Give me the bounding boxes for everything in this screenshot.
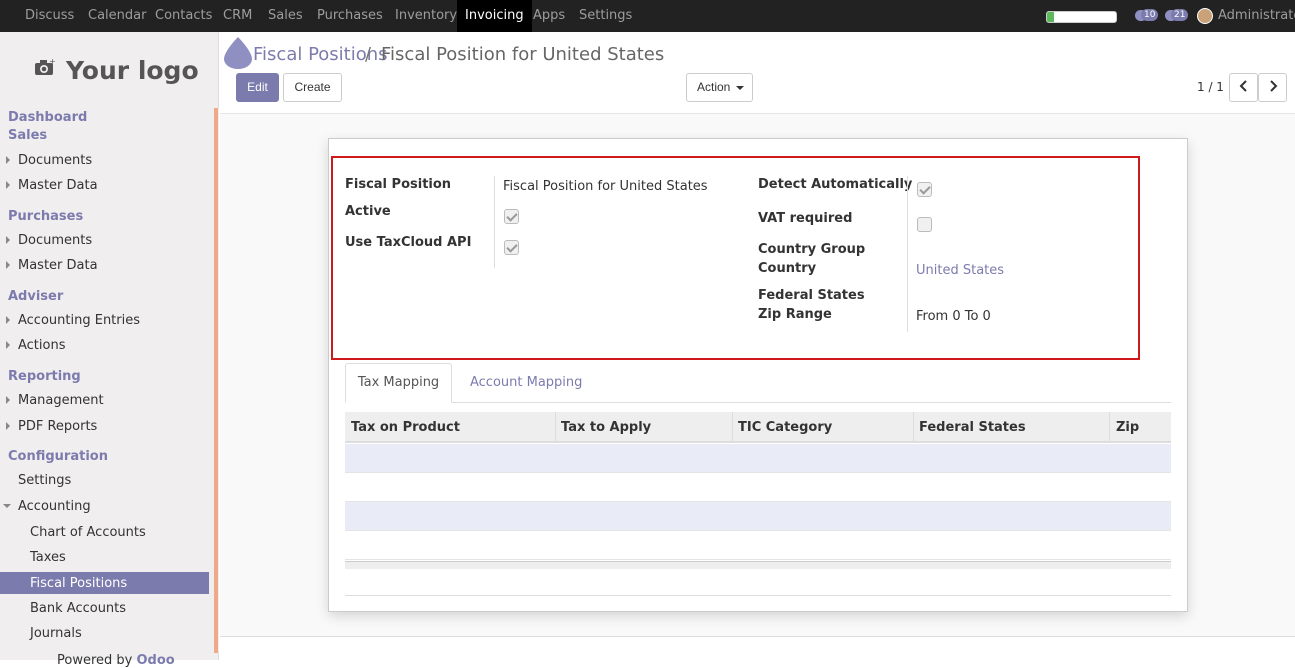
sidebar-item-actions[interactable]: Actions xyxy=(6,338,66,353)
tabs-divider xyxy=(345,402,1171,403)
sidebar-item-journals[interactable]: Journals xyxy=(30,626,82,641)
sidebar-scrollbar-thumb[interactable] xyxy=(214,108,218,653)
activity-badge: 10 xyxy=(1141,9,1159,21)
sidebar-item-management[interactable]: Management xyxy=(6,393,104,408)
sidebar-section-sales: Sales xyxy=(8,128,48,143)
sidebar-item-label: Accounting xyxy=(18,499,91,514)
sidebar-item-purchases-master-data[interactable]: Master Data xyxy=(6,258,98,273)
sidebar-item-label: Master Data xyxy=(18,258,98,273)
menu-crm[interactable]: CRM xyxy=(223,0,252,32)
sidebar-section-adviser: Adviser xyxy=(8,289,64,304)
chevron-left-icon xyxy=(1239,80,1247,92)
table-footer xyxy=(345,561,1171,569)
menu-invoicing[interactable]: Invoicing xyxy=(457,0,532,32)
sidebar-item-label: PDF Reports xyxy=(18,419,98,434)
caret-right-icon xyxy=(6,156,10,164)
column-zip[interactable]: Zip xyxy=(1116,420,1139,435)
action-label: Action xyxy=(697,80,731,94)
activity-button[interactable]: 10 xyxy=(1135,8,1159,24)
sidebar-item-bank-accounts[interactable]: Bank Accounts xyxy=(30,601,126,616)
sidebar-section-configuration: Configuration xyxy=(8,449,108,464)
column-separator xyxy=(732,412,733,443)
caret-right-icon xyxy=(6,396,10,404)
menu-calendar[interactable]: Calendar xyxy=(88,0,146,32)
company-logo[interactable]: Your logo xyxy=(66,56,199,85)
onboarding-progress-bar[interactable] xyxy=(1046,11,1117,23)
tab-tax-mapping[interactable]: Tax Mapping xyxy=(345,363,452,403)
sidebar-item-label: Management xyxy=(18,393,104,408)
sidebar-item-settings[interactable]: Settings xyxy=(18,473,71,488)
create-button[interactable]: Create xyxy=(283,73,342,102)
edit-button[interactable]: Edit xyxy=(236,73,279,102)
column-tax-on-product[interactable]: Tax on Product xyxy=(351,420,460,435)
sidebar-item-sales-master-data[interactable]: Master Data xyxy=(6,178,98,193)
chevron-right-icon xyxy=(1269,80,1277,92)
top-navbar: Discuss Calendar Contacts CRM Sales Purc… xyxy=(0,0,1295,32)
sidebar-item-label: Documents xyxy=(18,233,93,248)
powered-by: Powered by Odoo xyxy=(57,653,175,668)
user-avatar[interactable] xyxy=(1197,8,1213,24)
camera-icon: + xyxy=(35,58,56,75)
sidebar-item-chart-of-accounts[interactable]: Chart of Accounts xyxy=(30,525,146,540)
menu-inventory[interactable]: Inventory xyxy=(395,0,457,32)
sidebar-item-pdf-reports[interactable]: PDF Reports xyxy=(6,419,98,434)
menu-sales[interactable]: Sales xyxy=(268,0,303,32)
column-separator xyxy=(1109,412,1110,443)
sidebar-item-label: Accounting Entries xyxy=(18,313,141,328)
sidebar-item-fiscal-positions[interactable]: Fiscal Positions xyxy=(30,576,127,591)
caret-right-icon xyxy=(6,236,10,244)
caret-down-icon xyxy=(736,86,744,90)
tab-account-mapping[interactable]: Account Mapping xyxy=(470,375,582,390)
column-separator xyxy=(913,412,914,443)
caret-right-icon xyxy=(6,316,10,324)
content-bottom-border xyxy=(220,636,1295,637)
sidebar-item-label: Documents xyxy=(18,153,93,168)
table-row xyxy=(345,502,1171,531)
sidebar-item-sales-documents[interactable]: Documents xyxy=(6,153,93,168)
highlight-box xyxy=(331,156,1140,360)
column-federal-states[interactable]: Federal States xyxy=(919,420,1026,435)
column-tic-category[interactable]: TIC Category xyxy=(738,420,832,435)
sidebar-item-purchases-documents[interactable]: Documents xyxy=(6,233,93,248)
sidebar-section-dashboard[interactable]: Dashboard xyxy=(8,110,87,125)
messages-badge: 21 xyxy=(1171,9,1189,21)
table-row xyxy=(345,444,1171,473)
column-tax-to-apply[interactable]: Tax to Apply xyxy=(561,420,651,435)
breadcrumb-current: Fiscal Position for United States xyxy=(381,44,665,65)
caret-right-icon xyxy=(6,341,10,349)
odoo-link[interactable]: Odoo xyxy=(137,653,175,668)
droplet-icon xyxy=(224,37,252,69)
table-row xyxy=(345,473,1171,502)
caret-right-icon xyxy=(6,422,10,430)
table-row xyxy=(345,531,1171,560)
sidebar-item-label: Master Data xyxy=(18,178,98,193)
pager-next[interactable] xyxy=(1258,73,1287,102)
powered-by-label: Powered by xyxy=(57,653,133,668)
table-header: Tax on Product Tax to Apply TIC Category… xyxy=(345,412,1171,443)
pager-previous[interactable] xyxy=(1229,73,1258,102)
caret-right-icon xyxy=(6,261,10,269)
menu-purchases[interactable]: Purchases xyxy=(317,0,383,32)
sidebar-item-taxes[interactable]: Taxes xyxy=(30,550,66,565)
column-separator xyxy=(555,412,556,443)
sidebar-item-accounting[interactable]: Accounting xyxy=(3,499,91,514)
table-bottom-line xyxy=(345,595,1171,596)
svg-text:+: + xyxy=(49,58,56,66)
caret-right-icon xyxy=(6,181,10,189)
caret-down-icon xyxy=(3,504,11,508)
sidebar-item-label: Actions xyxy=(18,338,66,353)
menu-apps[interactable]: Apps xyxy=(533,0,565,32)
messages-button[interactable]: 21 xyxy=(1165,8,1189,24)
action-dropdown[interactable]: Action xyxy=(686,73,753,102)
menu-discuss[interactable]: Discuss xyxy=(25,0,74,32)
sidebar-item-accounting-entries[interactable]: Accounting Entries xyxy=(6,313,141,328)
sidebar-section-reporting: Reporting xyxy=(8,369,81,384)
breadcrumb-separator: / xyxy=(365,44,372,65)
user-menu[interactable]: Administrator xyxy=(1218,0,1295,32)
sidebar-section-purchases: Purchases xyxy=(8,209,84,224)
pager-value[interactable]: 1 / 1 xyxy=(1197,80,1224,94)
progress-fill xyxy=(1047,12,1054,22)
menu-contacts[interactable]: Contacts xyxy=(155,0,212,32)
menu-settings[interactable]: Settings xyxy=(579,0,632,32)
